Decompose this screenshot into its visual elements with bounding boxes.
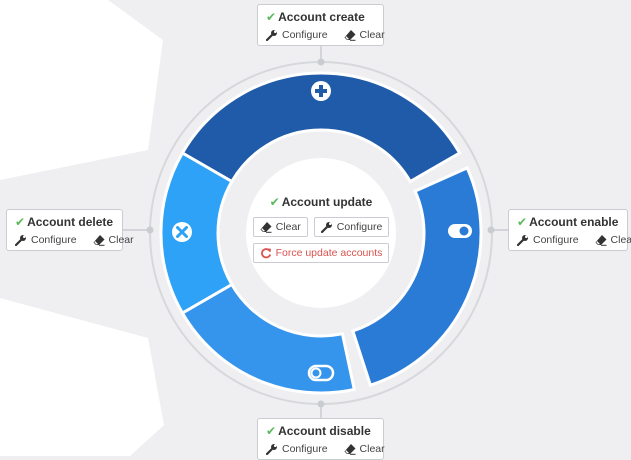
node-account-disable: ✔ Account disable Configure Clear: [257, 418, 385, 460]
clear-button[interactable]: Clear: [252, 217, 308, 237]
configure-button[interactable]: Configure: [313, 217, 390, 237]
node-title: Account enable: [529, 215, 619, 229]
wrench-icon: [517, 234, 529, 246]
segment-account-delete[interactable]: [159, 150, 234, 316]
check-icon: ✔: [15, 215, 26, 229]
clear-button[interactable]: Clear: [344, 443, 385, 455]
toggle-on-icon[interactable]: [448, 224, 472, 238]
node-account-enable: ✔ Account enable Configure Clear: [508, 209, 631, 251]
clear-button[interactable]: Clear: [344, 29, 385, 41]
node-title: Account disable: [278, 424, 371, 438]
node-account-create: ✔ Account create Configure Clear: [257, 4, 385, 46]
check-icon: ✔: [517, 215, 528, 229]
configure-button[interactable]: Configure: [517, 234, 579, 246]
times-icon[interactable]: [172, 222, 192, 242]
clear-button[interactable]: Clear: [93, 234, 134, 246]
node-account-delete: ✔ Account delete Configure Clear: [6, 209, 134, 251]
wrench-icon: [320, 221, 333, 233]
eraser-icon: [344, 29, 356, 41]
eraser-icon: [93, 234, 105, 246]
wrench-icon: [266, 29, 278, 41]
node-title: Account delete: [27, 215, 114, 229]
force-update-button[interactable]: Force update accounts: [252, 243, 390, 263]
eraser-icon: [260, 221, 272, 233]
wrench-icon: [15, 234, 27, 246]
check-icon: ✔: [266, 424, 277, 438]
center-title: Account update: [281, 195, 373, 209]
center-account-update: ✔ Account update Clear Configure Force u…: [246, 163, 396, 303]
check-icon: ✔: [266, 10, 277, 24]
configure-button[interactable]: Configure: [266, 29, 328, 41]
wrench-icon: [266, 443, 278, 455]
node-title: Account create: [278, 10, 365, 24]
eraser-icon: [344, 443, 356, 455]
configure-button[interactable]: Configure: [15, 234, 77, 246]
plus-icon[interactable]: [311, 81, 331, 101]
clear-button[interactable]: Clear: [595, 234, 631, 246]
eraser-icon: [595, 234, 607, 246]
refresh-icon: [260, 247, 272, 259]
configure-button[interactable]: Configure: [266, 443, 328, 455]
check-icon: ✔: [269, 195, 280, 209]
